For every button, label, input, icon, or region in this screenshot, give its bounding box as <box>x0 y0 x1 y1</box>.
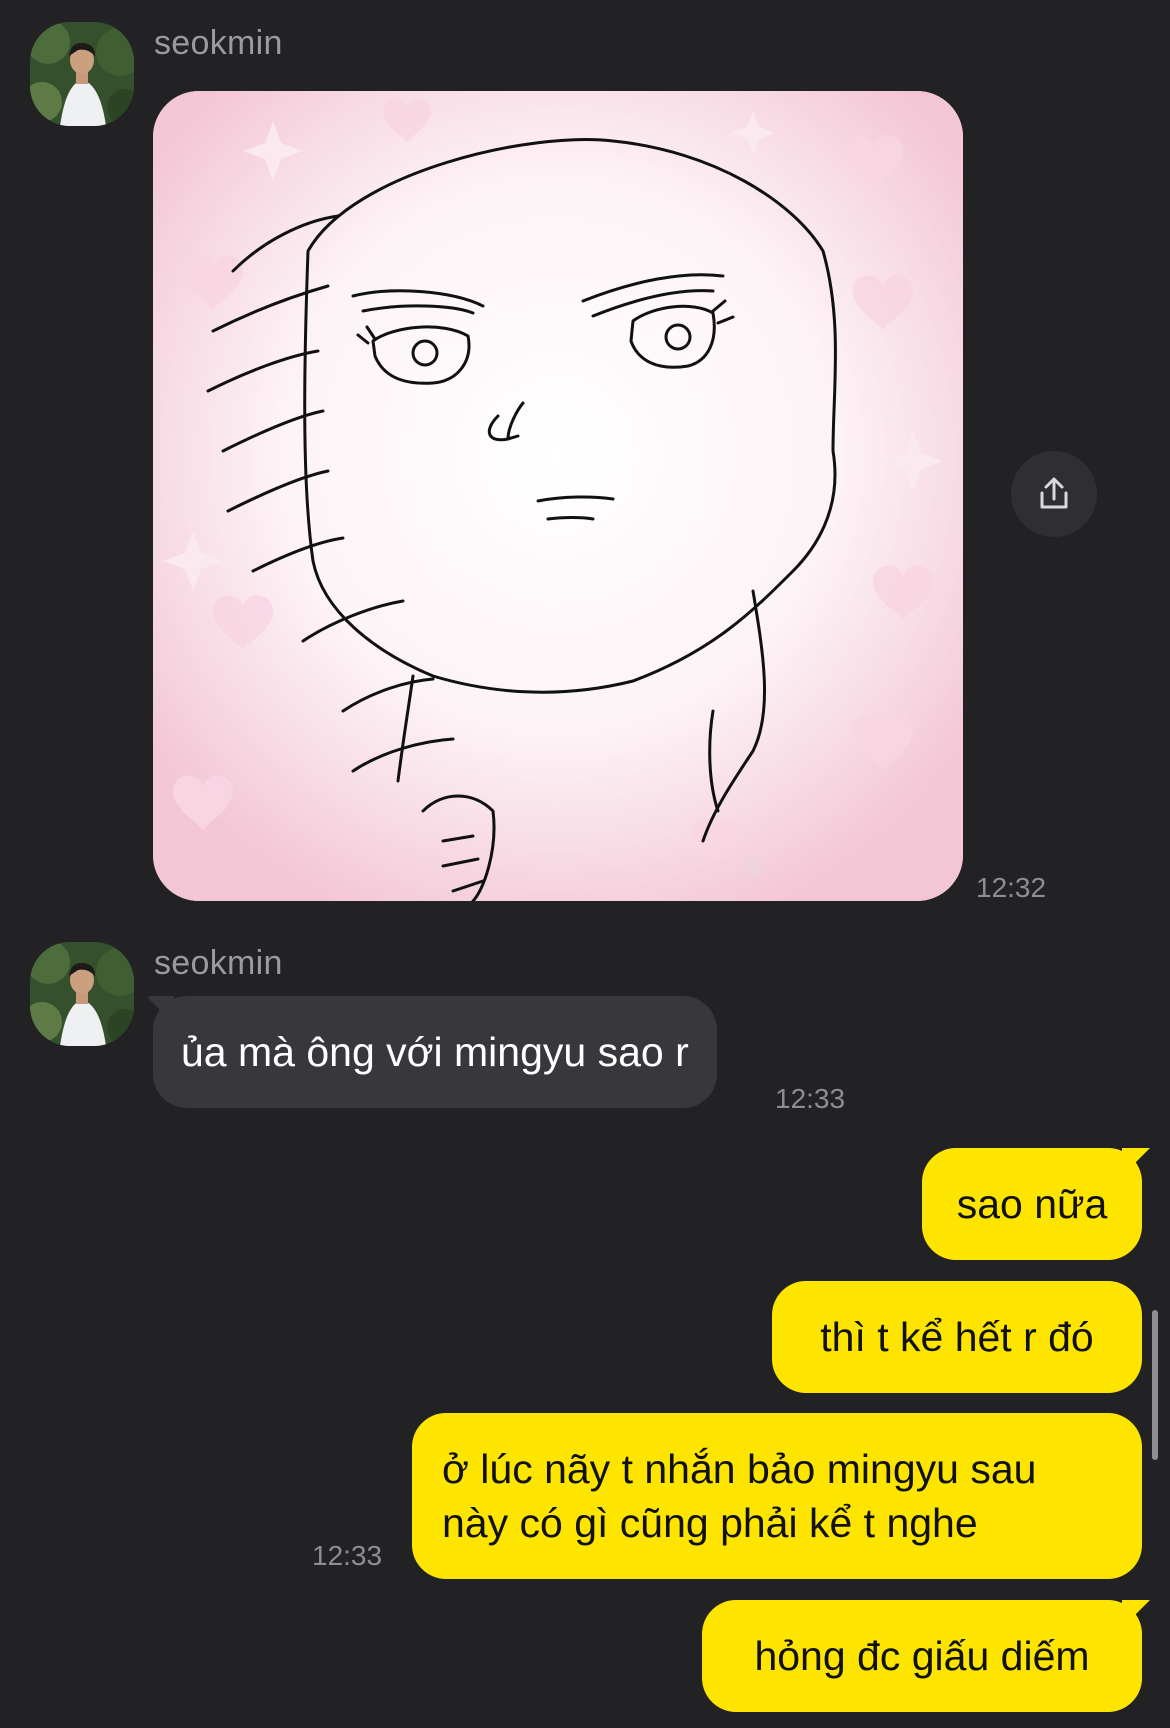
share-icon <box>1040 477 1068 509</box>
message-text: ở lúc nãy t nhắn bảo mingyu sau này có g… <box>442 1446 1037 1546</box>
message-text: hỏng đc giấu diếm <box>754 1633 1090 1679</box>
message-image[interactable]: @ <box>153 91 963 901</box>
incoming-message-bubble[interactable]: ủa mà ông với mingyu sao r <box>153 996 717 1108</box>
image-watermark: @ <box>743 851 765 876</box>
message-time: 12:33 <box>312 1540 383 1571</box>
sketch-face-image: @ <box>153 91 963 901</box>
sender-name: seokmin <box>154 944 283 982</box>
outgoing-message-bubble[interactable]: hỏng đc giấu diếm <box>702 1600 1142 1712</box>
sender-avatar[interactable] <box>30 942 134 1046</box>
outgoing-message-bubble[interactable]: thì t kể hết r đó <box>772 1281 1142 1393</box>
sender-name: seokmin <box>154 24 283 62</box>
sender-avatar[interactable] <box>30 22 134 126</box>
message-time: 12:32 <box>976 872 1047 903</box>
message-text: thì t kể hết r đó <box>820 1314 1094 1360</box>
outgoing-message-bubble[interactable]: sao nữa <box>922 1148 1142 1260</box>
outgoing-message-bubble[interactable]: ở lúc nãy t nhắn bảo mingyu sau này có g… <box>412 1413 1142 1579</box>
message-time: 12:33 <box>775 1083 846 1114</box>
share-button[interactable] <box>1011 451 1097 537</box>
avatar-icon <box>30 22 134 126</box>
message-text: ủa mà ông với mingyu sao r <box>181 1028 689 1075</box>
message-text: sao nữa <box>956 1181 1108 1227</box>
avatar-icon <box>30 942 134 1046</box>
scrollbar[interactable] <box>1152 1310 1158 1460</box>
